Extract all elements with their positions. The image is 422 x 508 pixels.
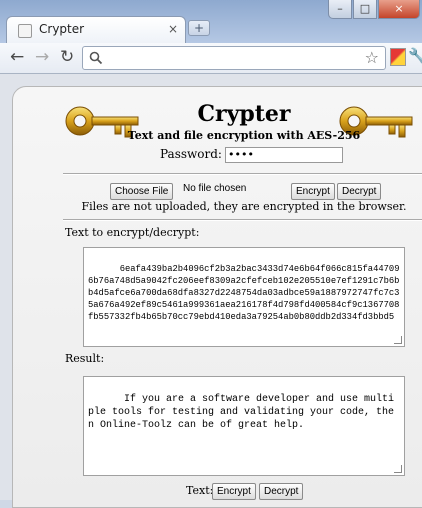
window-controls: – □ ×: [327, 0, 420, 20]
address-bar[interactable]: ☆: [82, 46, 386, 70]
close-window-button[interactable]: ×: [378, 0, 420, 19]
text-actions-label: Text:: [186, 484, 214, 497]
resize-handle[interactable]: [394, 465, 402, 473]
input-textarea[interactable]: 6eafa439ba2b4096cf2b3a2bac3433d74e6b64f0…: [83, 247, 405, 347]
choose-file-button[interactable]: Choose File: [110, 183, 174, 200]
search-icon: [89, 50, 103, 69]
new-tab-button[interactable]: +: [188, 20, 210, 36]
result-textarea[interactable]: If you are a software developer and use …: [83, 376, 405, 476]
tab-title: Crypter: [39, 22, 85, 36]
input-label: Text to encrypt/decrypt:: [65, 226, 200, 239]
result-text: If you are a software developer and use …: [88, 394, 395, 431]
back-arrow-icon[interactable]: ←: [10, 48, 24, 66]
tab-crypter[interactable]: Crypter ×: [6, 16, 186, 44]
extension-icon[interactable]: [390, 48, 406, 66]
browser-toolbar: ← → ↻ ☆: [0, 43, 422, 74]
divider: [63, 219, 422, 221]
file-decrypt-button[interactable]: Decrypt: [337, 183, 382, 200]
input-text: 6eafa439ba2b4096cf2b3a2bac3433d74e6b64f0…: [88, 264, 400, 322]
title-bar: Crypter × + – □ ×: [0, 0, 422, 44]
reload-icon[interactable]: ↻: [60, 48, 74, 66]
file-encrypt-button[interactable]: Encrypt: [291, 183, 335, 200]
file-status: No file chosen: [183, 183, 247, 194]
wrench-icon[interactable]: 🔧: [408, 47, 422, 65]
page-title: Crypter: [197, 101, 291, 127]
forward-arrow-icon[interactable]: →: [35, 48, 49, 66]
divider: [63, 173, 422, 175]
text-decrypt-button[interactable]: Decrypt: [259, 483, 304, 500]
text-encrypt-button[interactable]: Encrypt: [212, 483, 256, 500]
close-tab-icon[interactable]: ×: [168, 22, 178, 36]
maximize-button[interactable]: □: [353, 0, 377, 19]
page-subtitle: Text and file encryption with AES-256: [127, 129, 361, 142]
page-icon: [18, 24, 32, 38]
crypter-panel: Crypter Text and file encryption with AE…: [12, 86, 422, 508]
result-label: Result:: [65, 352, 105, 365]
minimize-button[interactable]: –: [328, 0, 352, 19]
upload-notice: Files are not uploaded, they are encrypt…: [81, 200, 407, 213]
password-field[interactable]: ••••: [225, 147, 343, 163]
password-label: Password:: [160, 147, 222, 161]
resize-handle[interactable]: [394, 336, 402, 344]
page-viewport: Crypter Text and file encryption with AE…: [0, 74, 422, 508]
star-icon[interactable]: ☆: [365, 48, 379, 67]
